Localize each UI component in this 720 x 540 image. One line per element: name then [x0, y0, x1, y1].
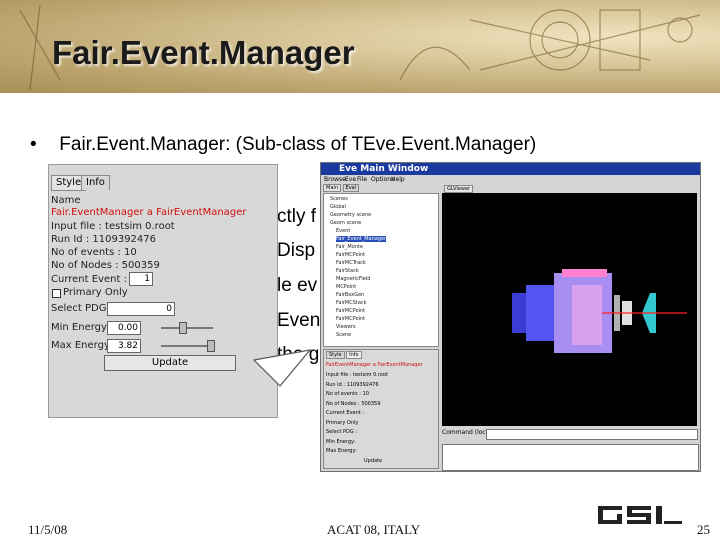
small-panel-line: Input file : testsim 0.root: [326, 372, 388, 378]
menu-browse[interactable]: Browse: [324, 176, 346, 183]
min-energy-slider-knob[interactable]: [179, 322, 187, 334]
no-nodes: No of Nodes : 500359: [51, 260, 160, 271]
update-button[interactable]: Update: [104, 355, 236, 371]
menu-help[interactable]: Help: [391, 176, 405, 183]
small-panel-line: Max Energy:: [326, 448, 357, 454]
small-tab-style[interactable]: Style: [326, 351, 345, 359]
detector-part: [512, 293, 526, 333]
callout-arrow: [252, 349, 312, 387]
footer-date: 11/5/08: [28, 522, 68, 537]
partial-text-2: Disp: [277, 240, 316, 261]
small-panel-line: Primary Only: [326, 419, 359, 426]
tree-item[interactable]: MCPoint: [336, 284, 356, 290]
tab-glviewer[interactable]: GLViewer: [444, 185, 474, 193]
detector-part: [526, 285, 554, 341]
command-bar: Command (local):: [442, 429, 698, 440]
primary-only-checkbox[interactable]: [52, 289, 61, 298]
slide-title: Fair.Event.Manager: [52, 34, 355, 71]
bullet-dot: •: [30, 134, 37, 155]
tree-item[interactable]: MagneticField: [336, 276, 370, 282]
eve-title-bar: Eve Main Window: [321, 163, 700, 175]
no-events: No of events : 10: [51, 247, 137, 258]
max-energy-input[interactable]: 3.82: [107, 339, 141, 353]
small-panel-line: Run Id : 1109392476: [326, 381, 379, 388]
tree-item[interactable]: Event: [336, 228, 350, 234]
tree-item[interactable]: Scenes: [330, 196, 348, 202]
tab-eval[interactable]: Eval: [342, 184, 360, 192]
detector-part: [562, 269, 607, 277]
left-tabs: Main Eval: [323, 184, 360, 192]
primary-only-label: Primary Only: [63, 287, 128, 298]
current-event-input[interactable]: 1: [129, 272, 153, 286]
name-label: Name: [51, 195, 81, 206]
max-energy-label: Max Energy:: [51, 340, 113, 351]
min-energy-slider[interactable]: [161, 327, 213, 329]
partial-text-3: le ev: [277, 275, 318, 296]
input-file: Input file : testsim 0.root: [51, 221, 175, 232]
small-panel-line: No of Nodes : 500359: [326, 400, 381, 407]
tree-item[interactable]: FairMCPoint: [336, 316, 365, 322]
small-panel-line: Current Event :: [326, 410, 364, 416]
tree-item[interactable]: FairMCStack: [336, 300, 367, 306]
tree-item[interactable]: FairMCPoint: [336, 308, 365, 314]
command-input[interactable]: [486, 429, 698, 440]
small-update-button[interactable]: Update: [364, 458, 382, 464]
select-pdg-input[interactable]: 0: [107, 302, 175, 316]
current-event-label: Current Event :: [51, 274, 127, 285]
tree-item[interactable]: FairBoxGen: [336, 292, 364, 298]
tree-item[interactable]: FairStack: [336, 268, 359, 274]
gl-viewer[interactable]: [442, 193, 697, 426]
tree-item[interactable]: Fair_Monte: [336, 244, 363, 250]
eve-main-window: Eve Main Window Browse Eve File Options …: [320, 162, 701, 472]
select-pdg-label: Select PDG :: [51, 303, 114, 314]
partial-text-1: ctly f: [277, 206, 317, 227]
eve-menu-bar: Browse Eve File Options Help: [321, 176, 700, 185]
eve-window-title: Eve Main Window: [339, 164, 429, 174]
tree-item[interactable]: Geom scene: [330, 220, 361, 226]
menu-file[interactable]: File: [357, 176, 367, 183]
tree-item[interactable]: Scene: [336, 332, 351, 338]
tree-item[interactable]: Viewers: [336, 324, 356, 330]
tab-info[interactable]: Info: [81, 175, 110, 190]
small-panel-line: No of events : 10: [326, 391, 369, 397]
tree-item[interactable]: Fair_Event_Manager: [336, 236, 387, 242]
bullet-text: Fair.Event.Manager: (Sub-class of TEve.E…: [59, 134, 537, 155]
tree-item[interactable]: Global: [330, 204, 346, 210]
gsi-logo: [598, 506, 682, 524]
tree-item[interactable]: Geometry scene: [330, 212, 371, 218]
small-panel-line: Select PDG :: [326, 429, 358, 435]
max-energy-slider[interactable]: [161, 345, 213, 347]
name-value: Fair.EventManager a FairEventManager: [51, 207, 247, 218]
info-panel-zoom: Style Info Name Fair.EventManager a Fair…: [48, 164, 278, 418]
max-energy-slider-knob[interactable]: [207, 340, 215, 352]
tree-item[interactable]: FairMCPoint: [336, 252, 365, 258]
menu-eve[interactable]: Eve: [345, 176, 356, 183]
partial-text-4: Even: [277, 310, 321, 331]
detector-view: [512, 269, 687, 353]
small-panel-title: FairEventManager a FairEventManager: [326, 362, 423, 368]
bullet-line: • Fair.Event.Manager: (Sub-class of TEve…: [30, 134, 536, 156]
min-energy-label: Min Energy:: [51, 322, 110, 333]
title-banner: Fair.Event.Manager: [0, 0, 720, 93]
tab-main[interactable]: Main: [323, 184, 341, 192]
tree-item[interactable]: FairMCTrack: [336, 260, 366, 266]
detector-part: [572, 285, 602, 345]
small-tab-info[interactable]: Info: [346, 351, 362, 359]
eve-editor-panel: Style Info FairEventManager a FairEventM…: [323, 349, 439, 469]
footer-page: 25: [697, 522, 710, 537]
output-area: [442, 444, 699, 471]
scene-tree[interactable]: Scenes Global Geometry scene Geom scene Even…: [323, 193, 439, 347]
min-energy-input[interactable]: 0.00: [107, 321, 141, 335]
run-id: Run Id : 1109392476: [51, 234, 156, 245]
footer-center: ACAT 08, ITALY: [327, 522, 421, 537]
small-panel-line: Min Energy:: [326, 438, 356, 445]
